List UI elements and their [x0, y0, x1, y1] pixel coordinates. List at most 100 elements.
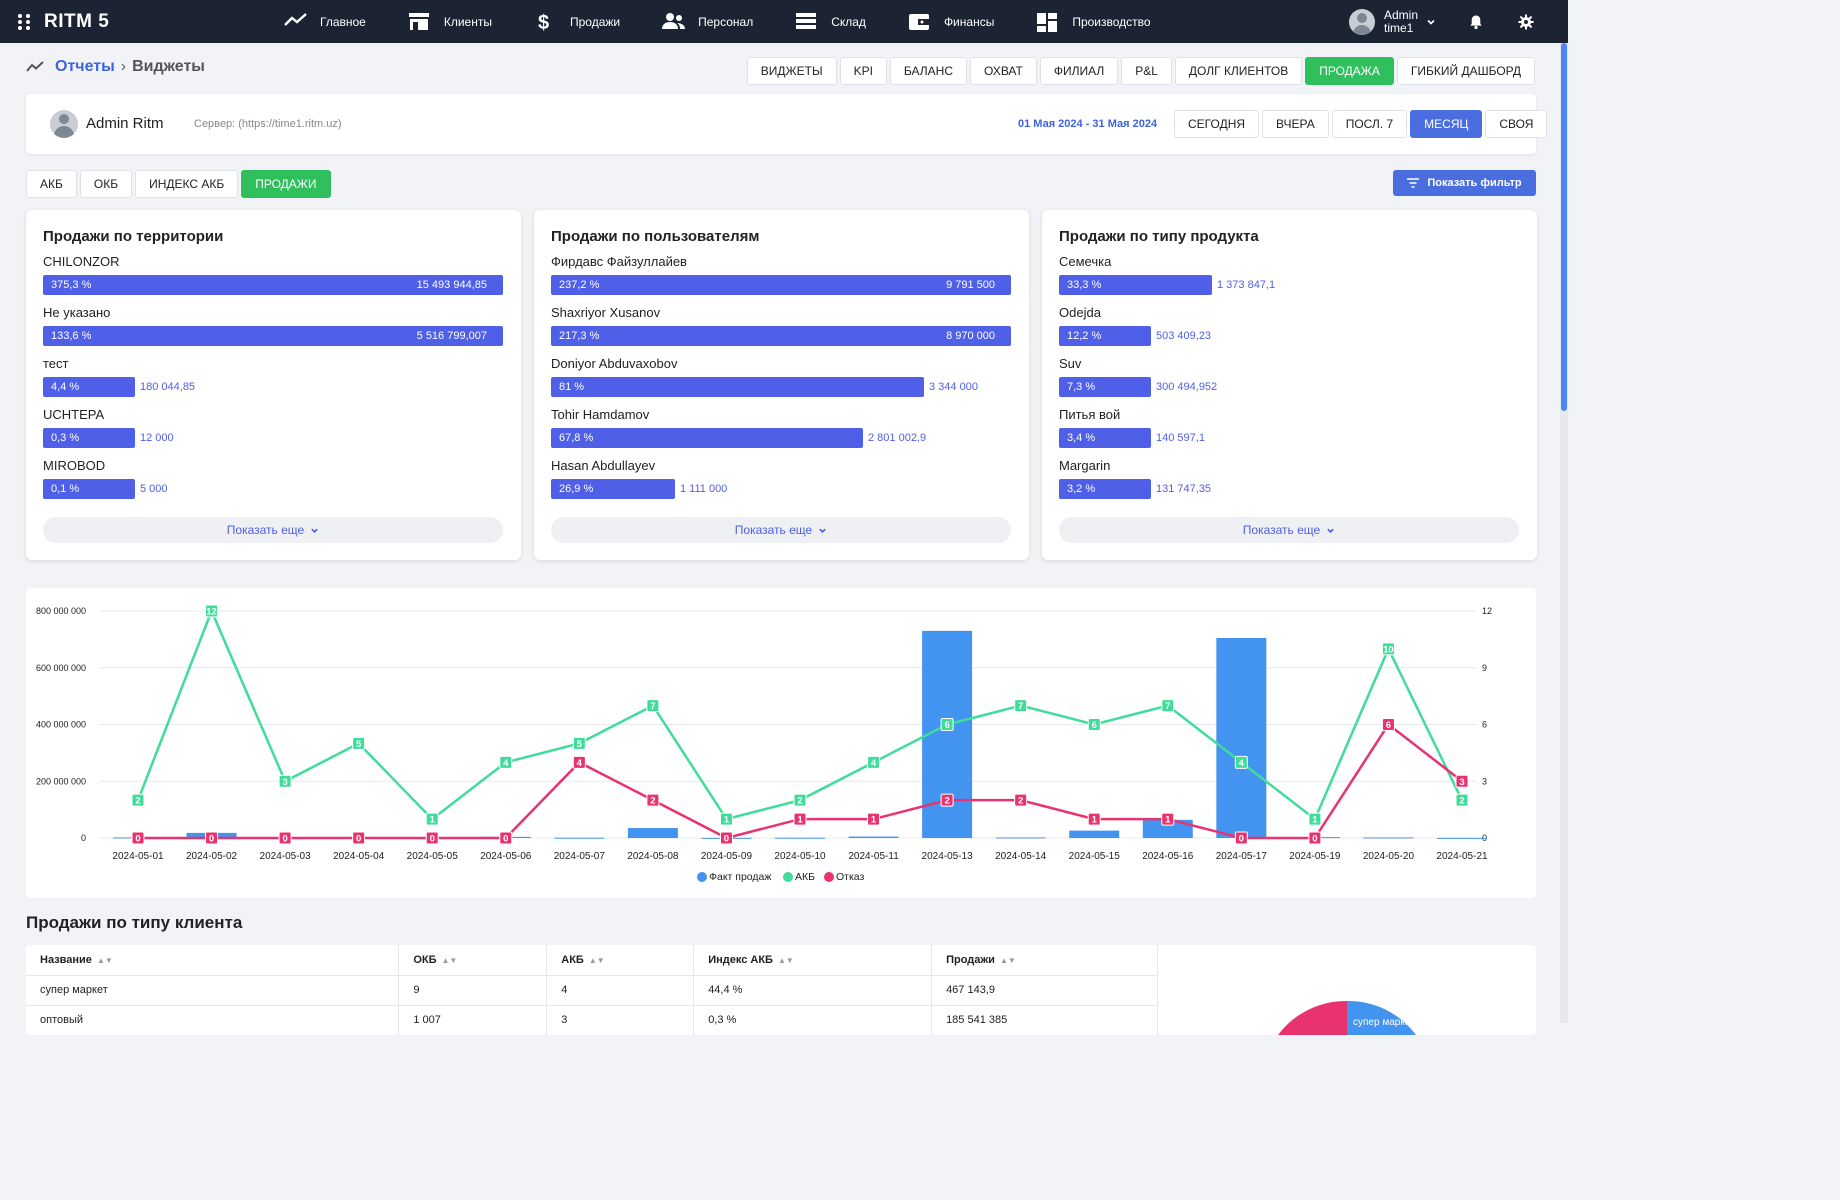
widget-progress-bar[interactable]: 375,3 % 15 493 944,85: [43, 275, 503, 295]
legend-marker[interactable]: [824, 872, 834, 882]
metric-tab-3[interactable]: ПРОДАЖИ: [241, 170, 331, 198]
widget-progress-bar[interactable]: 217,3 % 8 970 000: [551, 326, 1011, 346]
bar-fact-sales[interactable]: [554, 837, 605, 839]
widget-progress-bar[interactable]: 7,3 %: [1059, 377, 1151, 397]
widget-row-label: Семечка: [1059, 254, 1112, 269]
column-header[interactable]: ОКБ ▲▼: [398, 945, 548, 976]
data-label: 3: [282, 777, 287, 788]
bar-fact-sales[interactable]: [1069, 830, 1120, 838]
period-tab-0[interactable]: СЕГОДНЯ: [1174, 110, 1260, 138]
bar-fact-sales[interactable]: [1437, 837, 1487, 839]
widget-progress-bar[interactable]: 3,2 %: [1059, 479, 1151, 499]
bar-fact-sales[interactable]: [995, 837, 1046, 839]
widget-row-value: 2 801 002,9: [868, 432, 927, 444]
legend-label[interactable]: АКБ: [795, 871, 815, 883]
widget-progress-bar[interactable]: 26,9 %: [551, 479, 675, 499]
breadcrumb-reports-link[interactable]: Отчеты: [55, 58, 115, 76]
bell-icon[interactable]: [1468, 14, 1484, 30]
chevron-down-icon: [1327, 528, 1334, 533]
widget-progress-bar[interactable]: 81 %: [551, 377, 924, 397]
widget-row-label: Tohir Hamdamov: [551, 407, 650, 422]
nav-item-6[interactable]: Производство: [1036, 0, 1151, 43]
breadcrumb: Отчеты › Виджеты: [26, 58, 205, 76]
widget-row-label: Shaxriyor Xusanov: [551, 305, 661, 320]
nav-item-1[interactable]: Клиенты: [408, 0, 492, 43]
bar-fact-sales[interactable]: [1363, 837, 1414, 839]
widget-row-value: 1 373 847,1: [1217, 279, 1276, 291]
bar-fact-sales[interactable]: [848, 836, 899, 838]
bar-fact-sales[interactable]: [1216, 637, 1267, 838]
report-tab-1[interactable]: KPI: [839, 57, 887, 85]
show-filter-button[interactable]: Показать фильтр: [1393, 170, 1536, 196]
nav-item-5[interactable]: Финансы: [908, 0, 994, 43]
column-header[interactable]: АКБ ▲▼: [546, 945, 695, 976]
widget-row-label: Фирдавс Файзуллайев: [551, 254, 687, 269]
widget-row-percent: 67,8 %: [559, 432, 594, 444]
gear-icon[interactable]: [1518, 14, 1534, 30]
widget-progress-bar[interactable]: 33,3 %: [1059, 275, 1212, 295]
widget-progress-bar[interactable]: 0,3 %: [43, 428, 135, 448]
legend-label[interactable]: Факт продаж: [709, 871, 771, 883]
report-tab-7[interactable]: ПРОДАЖА: [1305, 57, 1394, 85]
sort-icon[interactable]: ▲▼: [589, 956, 605, 965]
scrollbar-thumb[interactable]: [1561, 43, 1567, 411]
user-avatar[interactable]: [1348, 8, 1375, 35]
sort-icon[interactable]: ▲▼: [1000, 956, 1016, 965]
widget-progress-bar[interactable]: 3,4 %: [1059, 428, 1151, 448]
report-tab-2[interactable]: БАЛАНС: [889, 57, 968, 85]
widget-progress-bar[interactable]: 237,2 % 9 791 500: [551, 275, 1011, 295]
bar-fact-sales[interactable]: [627, 828, 678, 838]
show-more-button[interactable]: Показать еще: [43, 517, 503, 543]
report-tab-4[interactable]: ФИЛИАЛ: [1039, 57, 1119, 85]
column-header[interactable]: Продажи ▲▼: [931, 945, 1158, 976]
legend-marker[interactable]: [697, 872, 707, 882]
widget-progress-bar[interactable]: 4,4 %: [43, 377, 135, 397]
show-more-button[interactable]: Показать еще: [551, 517, 1011, 543]
user-menu[interactable]: Admin time1: [1384, 8, 1418, 35]
report-tab-0[interactable]: ВИДЖЕТЫ: [746, 57, 837, 85]
report-tab-3[interactable]: ОХВАТ: [970, 57, 1037, 85]
brand[interactable]: RITM 5: [18, 11, 268, 33]
period-tab-4[interactable]: СВОЯ: [1485, 110, 1548, 138]
period-tab-2[interactable]: ПОСЛ. 7: [1331, 110, 1408, 138]
sort-icon[interactable]: ▲▼: [97, 956, 113, 965]
data-label: 1: [1092, 815, 1098, 826]
widget-progress-bar[interactable]: 133,6 % 5 516 799,007: [43, 326, 503, 346]
table-cell: оптовый: [26, 1005, 400, 1035]
period-tab-1[interactable]: ВЧЕРА: [1262, 110, 1329, 138]
apps-grid-icon[interactable]: [18, 13, 32, 30]
widget-progress-bar[interactable]: 0,1 %: [43, 479, 135, 499]
report-tab-6[interactable]: ДОЛГ КЛИЕНТОВ: [1174, 57, 1303, 85]
show-more-button[interactable]: Показать еще: [1059, 517, 1519, 543]
page-scrollbar[interactable]: [1560, 43, 1568, 1023]
nav-label: Персонал: [698, 14, 754, 29]
data-label: 1: [430, 815, 436, 826]
widget-progress-bar[interactable]: 12,2 %: [1059, 326, 1151, 346]
widget-progress-bar[interactable]: 67,8 %: [551, 428, 863, 448]
column-header[interactable]: Индекс АКБ ▲▼: [693, 945, 933, 976]
period-tab-3[interactable]: МЕСЯЦ: [1410, 110, 1483, 138]
widget-title: Продажи по территории: [43, 228, 224, 245]
table-row[interactable]: оптовый 1 007 3 0,3 % 185 541 385: [26, 1005, 1158, 1035]
sort-icon[interactable]: ▲▼: [778, 956, 794, 965]
nav-item-3[interactable]: Персонал: [662, 0, 753, 43]
date-range[interactable]: 01 Мая 2024 - 31 Мая 2024: [1018, 118, 1157, 130]
metric-tab-0[interactable]: АКБ: [26, 170, 77, 198]
pie-slice-wholesale[interactable]: [1266, 1000, 1347, 1035]
sort-icon[interactable]: ▲▼: [442, 956, 458, 965]
column-header[interactable]: Название ▲▼: [26, 945, 400, 976]
nav-item-0[interactable]: Главное: [284, 0, 366, 43]
metric-tab-2[interactable]: ИНДЕКС АКБ: [135, 170, 239, 198]
nav-item-2[interactable]: $ Продажи: [534, 0, 620, 43]
bar-fact-sales[interactable]: [775, 837, 825, 839]
table-row[interactable]: супер маркет 9 4 44,4 % 467 143,9: [26, 975, 1158, 1006]
report-tab-8[interactable]: ГИБКИЙ ДАШБОРД: [1396, 57, 1535, 85]
legend-label[interactable]: Отказ: [836, 871, 865, 883]
data-label: 4: [871, 758, 877, 769]
nav-item-4[interactable]: Склад: [795, 0, 866, 43]
metric-tab-1[interactable]: ОКБ: [79, 170, 133, 198]
data-label: 0: [356, 834, 361, 845]
report-tab-5[interactable]: P&L: [1121, 57, 1172, 85]
chevron-down-icon[interactable]: [1426, 17, 1436, 27]
legend-marker[interactable]: [783, 872, 793, 882]
